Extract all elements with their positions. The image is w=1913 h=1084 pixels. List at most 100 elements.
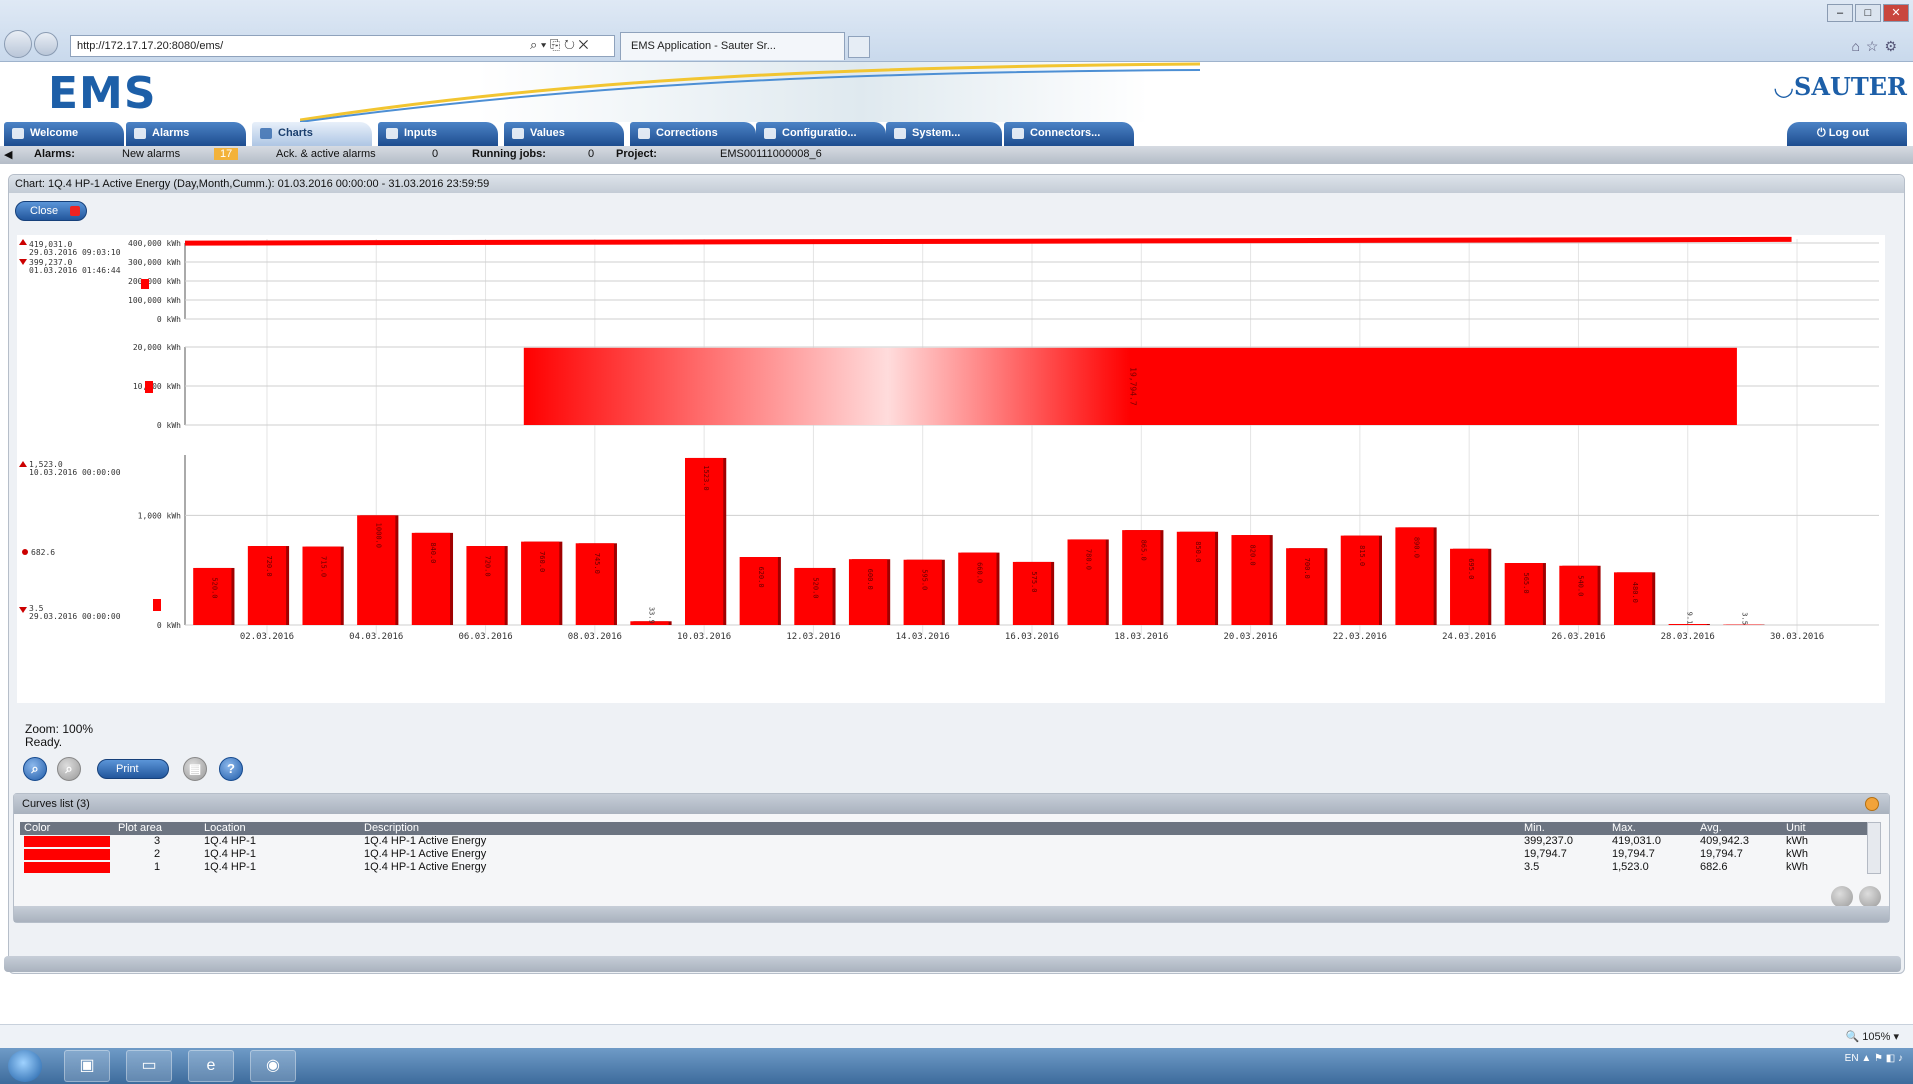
browser-home-favorites-icons[interactable]: ⌂☆⚙ bbox=[1851, 38, 1903, 55]
browser-tab[interactable]: EMS Application - Sauter Sr... bbox=[620, 32, 845, 60]
plot1-bar-value-label: 715.0 bbox=[320, 556, 328, 577]
plot1-x-tick-label: 14.03.2016 bbox=[896, 632, 950, 642]
table-row[interactable]: 3 1Q.4 HP-1 1Q.4 HP-1 Active Energy 399,… bbox=[20, 835, 1868, 848]
minimize-icon[interactable]: – bbox=[1827, 4, 1853, 22]
col-description[interactable]: Description bbox=[360, 822, 1520, 835]
plot1-x-tick-label: 08.03.2016 bbox=[568, 632, 622, 642]
ack-alarms-label[interactable]: Ack. & active alarms bbox=[276, 148, 376, 160]
taskbar-app-icon[interactable]: ◉ bbox=[250, 1050, 296, 1082]
col-max[interactable]: Max. bbox=[1608, 822, 1696, 835]
col-unit[interactable]: Unit bbox=[1782, 822, 1868, 835]
status-bar: ◀ Alarms: New alarms 17 Ack. & active al… bbox=[0, 146, 1913, 164]
windows-taskbar: ▣ ▭ e ◉ EN ▲ ⚑ ◧ ♪ bbox=[0, 1048, 1913, 1084]
plot1-bar-value-label: 565.0 bbox=[1522, 572, 1530, 593]
plot1-legend-swatch bbox=[153, 599, 161, 611]
panel-footer-strip bbox=[4, 956, 1901, 972]
chart-panel: Chart: 1Q.4 HP-1 Active Energy (Day,Mont… bbox=[8, 174, 1905, 974]
new-alarms-badge[interactable]: 17 bbox=[214, 148, 239, 160]
close-window-icon[interactable]: ✕ bbox=[1883, 4, 1909, 22]
inputs-icon bbox=[386, 128, 398, 139]
new-alarms-label[interactable]: New alarms bbox=[122, 148, 180, 160]
ready-status: Ready. bbox=[25, 735, 63, 749]
plot1-x-tick-label: 20.03.2016 bbox=[1223, 632, 1277, 642]
plot1-bar-value-label: 815.0 bbox=[1358, 545, 1366, 566]
col-min[interactable]: Min. bbox=[1520, 822, 1608, 835]
tab-configuration[interactable]: Configuratio... bbox=[756, 122, 886, 146]
row-min: 399,237.0 bbox=[1524, 835, 1573, 847]
move-up-icon[interactable] bbox=[1831, 886, 1853, 908]
chart-svg: 400,000 kWh 300,000 kWh 200,000 kWh 100,000… bbox=[19, 236, 1879, 642]
tab-values[interactable]: Values bbox=[504, 122, 624, 146]
tab-connectors[interactable]: Connectors... bbox=[1004, 122, 1134, 146]
row-location: 1Q.4 HP-1 bbox=[204, 861, 256, 873]
col-plot-area[interactable]: Plot area bbox=[114, 822, 200, 835]
plot1-x-tick-label: 28.03.2016 bbox=[1661, 632, 1715, 642]
tab-alarms[interactable]: Alarms bbox=[126, 122, 246, 146]
plot1-y-tick-label: 1,000 kWh bbox=[138, 511, 182, 520]
curves-footer bbox=[14, 906, 1889, 922]
address-actions-icon[interactable]: ⌕ ▾ ⎘ ↻ ✕ bbox=[530, 37, 588, 53]
col-avg[interactable]: Avg. bbox=[1696, 822, 1782, 835]
plot2-legend-swatch bbox=[145, 381, 153, 393]
row-min: 3.5 bbox=[1524, 861, 1540, 873]
row-max: 1,523.0 bbox=[1612, 861, 1649, 873]
help-icon[interactable]: ? bbox=[219, 757, 243, 781]
plot1-avg-label: 682.6 bbox=[31, 548, 55, 557]
browser-zoom[interactable]: 🔍 105% ▾ bbox=[1846, 1030, 1899, 1043]
col-location[interactable]: Location bbox=[200, 822, 360, 835]
export-icon[interactable]: ▤ bbox=[183, 757, 207, 781]
running-jobs-label: Running jobs: bbox=[472, 148, 546, 160]
back-button[interactable] bbox=[4, 30, 32, 58]
row-plot-area: 3 bbox=[153, 835, 161, 847]
curves-scrollbar[interactable] bbox=[1867, 822, 1881, 874]
color-swatch bbox=[20, 835, 114, 848]
tab-welcome[interactable]: Welcome bbox=[4, 122, 124, 146]
collapse-curves-icon[interactable] bbox=[1865, 797, 1879, 811]
logout-button[interactable]: ⏻ Log out bbox=[1787, 122, 1907, 146]
move-down-icon[interactable] bbox=[1859, 886, 1881, 908]
start-button[interactable] bbox=[8, 1050, 42, 1082]
plot2-y-tick-label: 20,000 kWh bbox=[133, 343, 181, 352]
plot1-x-tick-label: 02.03.2016 bbox=[240, 632, 294, 642]
system-tray[interactable]: EN ▲ ⚑ ◧ ♪ bbox=[1845, 1052, 1903, 1065]
plot3-y-tick-label: 100,000 kWh bbox=[128, 296, 181, 305]
zoom-in-icon[interactable]: ⌕ bbox=[23, 757, 47, 781]
taskbar-explorer-icon[interactable]: ▣ bbox=[64, 1050, 110, 1082]
plot1-max-time: 10.03.2016 00:00:00 bbox=[29, 468, 121, 477]
plot1-bar-value-label: 575.0 bbox=[1030, 571, 1038, 592]
collapse-arrow-icon[interactable]: ◀ bbox=[4, 148, 12, 161]
maximize-icon[interactable]: □ bbox=[1855, 4, 1881, 22]
browser-toolbar: http://172.17.17.20:8080/ems/ ⌕ ▾ ⎘ ↻ ✕ … bbox=[0, 0, 1913, 62]
curves-list: Curves list (3) Color Plot area Location… bbox=[13, 793, 1890, 923]
plot1-bar-value-label: 695.0 bbox=[1467, 558, 1475, 579]
row-location: 1Q.4 HP-1 bbox=[204, 835, 256, 847]
chart-area: 400,000 kWh 300,000 kWh 200,000 kWh 100,000… bbox=[17, 235, 1885, 703]
print-button[interactable]: Print bbox=[97, 759, 169, 779]
plot1-bar-value-label: 660.0 bbox=[975, 562, 983, 583]
tab-inputs[interactable]: Inputs bbox=[378, 122, 498, 146]
row-description: 1Q.4 HP-1 Active Energy bbox=[364, 861, 487, 873]
plot1-bar-value-label: 540.0 bbox=[1576, 575, 1584, 596]
row-description: 1Q.4 HP-1 Active Energy bbox=[364, 835, 487, 847]
main-tabs: Welcome Alarms Charts Inputs Values Corr… bbox=[0, 122, 1913, 146]
plot1-bar-value-label: 9.1 bbox=[1686, 612, 1694, 625]
col-color[interactable]: Color bbox=[20, 822, 114, 835]
close-chart-button[interactable]: Close bbox=[15, 201, 87, 221]
table-row[interactable]: 2 1Q.4 HP-1 1Q.4 HP-1 Active Energy 19,7… bbox=[20, 848, 1868, 861]
row-plot-area: 1 bbox=[153, 861, 161, 873]
taskbar-folder-icon[interactable]: ▭ bbox=[126, 1050, 172, 1082]
power-icon: ⏻ bbox=[1817, 127, 1829, 139]
table-row[interactable]: 1 1Q.4 HP-1 1Q.4 HP-1 Active Energy 3.5 … bbox=[20, 861, 1868, 874]
tab-system[interactable]: System... bbox=[886, 122, 1002, 146]
tab-corrections[interactable]: Corrections bbox=[630, 122, 756, 146]
row-plot-area: 2 bbox=[153, 848, 161, 860]
plot1-min-marker-icon bbox=[19, 607, 27, 613]
plot1-bar-value-label: 700.0 bbox=[1303, 558, 1311, 579]
forward-button[interactable] bbox=[34, 32, 58, 56]
zoom-out-icon[interactable]: ⌕ bbox=[57, 757, 81, 781]
taskbar-ie-icon[interactable]: e bbox=[188, 1050, 234, 1082]
new-tab-button[interactable] bbox=[848, 36, 870, 58]
tab-charts[interactable]: Charts bbox=[252, 122, 372, 146]
row-avg: 682.6 bbox=[1700, 861, 1728, 873]
plot1-bar-value-label: 3.5 bbox=[1740, 612, 1748, 625]
